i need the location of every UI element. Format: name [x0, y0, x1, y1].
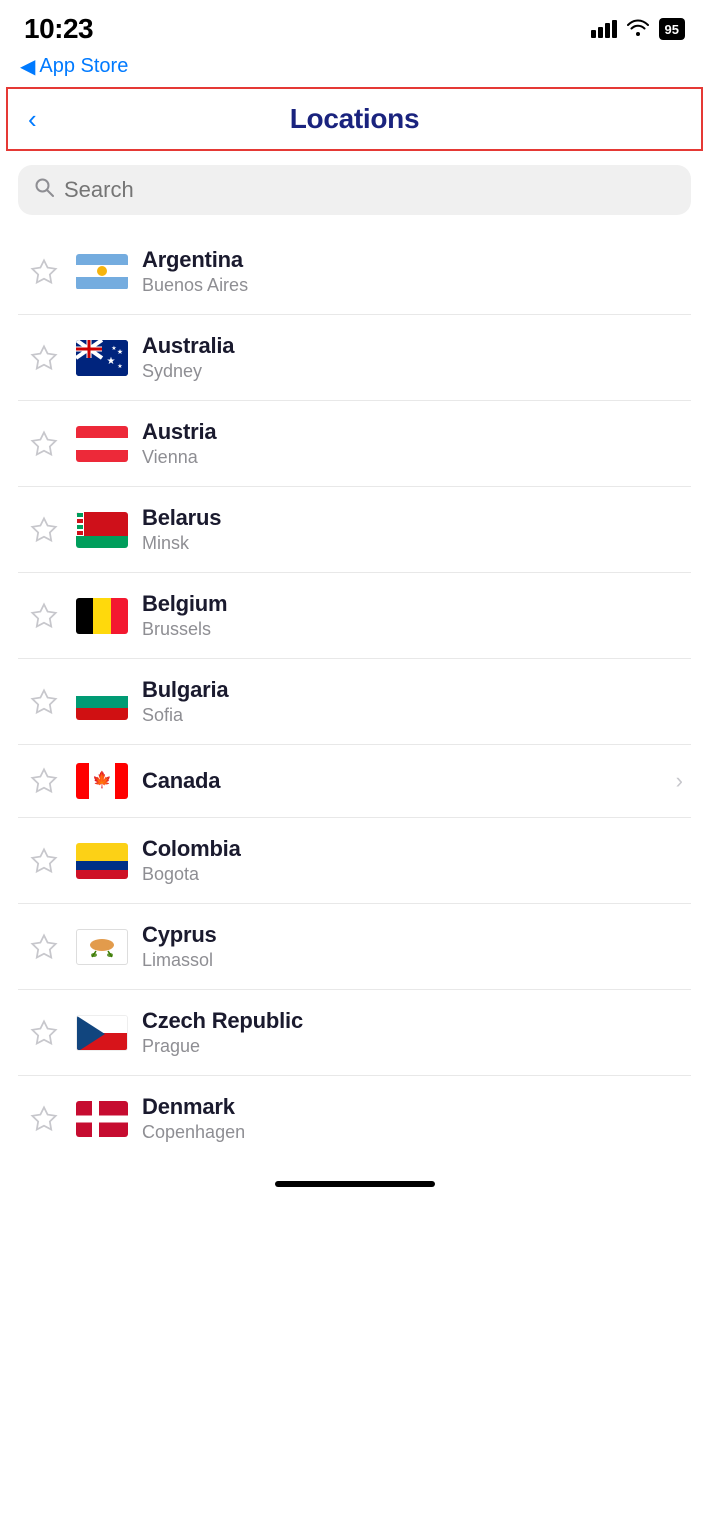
status-icons: 95 — [591, 18, 685, 41]
country-name: Australia — [142, 333, 683, 359]
city-name: Copenhagen — [142, 1122, 683, 1143]
favorite-star-icon[interactable] — [26, 426, 62, 462]
signal-bars-icon — [591, 20, 617, 38]
home-indicator — [0, 1161, 709, 1197]
country-flag — [76, 1101, 128, 1137]
favorite-star-icon[interactable] — [26, 340, 62, 376]
location-info: Colombia Bogota — [142, 836, 683, 885]
list-item[interactable]: Bulgaria Sofia — [18, 659, 691, 745]
search-input[interactable] — [64, 177, 675, 203]
country-flag — [76, 1015, 128, 1051]
country-flag — [76, 929, 128, 965]
location-info: Belgium Brussels — [142, 591, 683, 640]
country-name: Austria — [142, 419, 683, 445]
favorite-star-icon[interactable] — [26, 1015, 62, 1051]
location-info: Cyprus Limassol — [142, 922, 683, 971]
svg-text:★: ★ — [117, 363, 122, 370]
country-flag — [76, 598, 128, 634]
favorite-star-icon[interactable] — [26, 763, 62, 799]
back-button[interactable]: ‹ — [28, 106, 37, 132]
list-item[interactable]: Austria Vienna — [18, 401, 691, 487]
country-name: Cyprus — [142, 922, 683, 948]
list-item[interactable]: Czech Republic Prague — [18, 990, 691, 1076]
app-store-nav[interactable]: ◀ App Store — [0, 50, 709, 87]
city-name: Vienna — [142, 447, 683, 468]
country-name: Belgium — [142, 591, 683, 617]
page-title: Locations — [290, 103, 420, 135]
favorite-star-icon[interactable] — [26, 684, 62, 720]
favorite-star-icon[interactable] — [26, 512, 62, 548]
country-flag: 🍁 — [76, 763, 128, 799]
svg-text:★: ★ — [117, 348, 123, 356]
status-bar: 10:23 95 — [0, 0, 709, 50]
favorite-star-icon[interactable] — [26, 1101, 62, 1137]
city-name: Buenos Aires — [142, 275, 683, 296]
search-icon — [34, 177, 54, 203]
favorite-star-icon[interactable] — [26, 254, 62, 290]
city-name: Brussels — [142, 619, 683, 640]
country-flag — [76, 684, 128, 720]
location-info: Argentina Buenos Aires — [142, 247, 683, 296]
list-item[interactable]: Belgium Brussels — [18, 573, 691, 659]
favorite-star-icon[interactable] — [26, 843, 62, 879]
location-info: Belarus Minsk — [142, 505, 683, 554]
list-item[interactable]: Belarus Minsk — [18, 487, 691, 573]
country-name: Argentina — [142, 247, 683, 273]
location-info: Canada — [142, 768, 662, 794]
wifi-icon — [627, 18, 649, 41]
city-name: Limassol — [142, 950, 683, 971]
back-arrow-small-icon: ◀ — [20, 54, 35, 79]
location-info: Australia Sydney — [142, 333, 683, 382]
svg-text:★: ★ — [107, 356, 116, 367]
location-info: Bulgaria Sofia — [142, 677, 683, 726]
page-header: ‹ Locations — [6, 87, 703, 151]
city-name: Prague — [142, 1036, 683, 1057]
app-store-back-label: App Store — [39, 55, 128, 78]
chevron-right-icon: › — [676, 768, 683, 794]
favorite-star-icon[interactable] — [26, 598, 62, 634]
country-name: Canada — [142, 768, 662, 794]
svg-text:★: ★ — [111, 345, 116, 352]
favorite-star-icon[interactable] — [26, 929, 62, 965]
location-info: Czech Republic Prague — [142, 1008, 683, 1057]
city-name: Sydney — [142, 361, 683, 382]
list-item[interactable]: ★ ★ ★ ★ Australia Sydney — [18, 315, 691, 401]
list-item[interactable]: Argentina Buenos Aires — [18, 229, 691, 315]
country-flag: ★ ★ ★ ★ — [76, 340, 128, 376]
list-item[interactable]: 🍁 Canada › — [18, 745, 691, 818]
list-item[interactable]: Cyprus Limassol — [18, 904, 691, 990]
list-item[interactable]: Denmark Copenhagen — [18, 1076, 691, 1161]
country-name: Czech Republic — [142, 1008, 683, 1034]
country-flag — [76, 254, 128, 290]
city-name: Bogota — [142, 864, 683, 885]
status-time: 10:23 — [24, 13, 93, 45]
country-name: Colombia — [142, 836, 683, 862]
search-bar[interactable] — [18, 165, 691, 215]
country-flag — [76, 512, 128, 548]
location-info: Austria Vienna — [142, 419, 683, 468]
city-name: Minsk — [142, 533, 683, 554]
locations-list: Argentina Buenos Aires ★ ★ — [0, 229, 709, 1161]
home-bar — [275, 1181, 435, 1187]
battery-icon: 95 — [659, 18, 685, 40]
city-name: Sofia — [142, 705, 683, 726]
list-item[interactable]: Colombia Bogota — [18, 818, 691, 904]
country-name: Denmark — [142, 1094, 683, 1120]
location-info: Denmark Copenhagen — [142, 1094, 683, 1143]
country-name: Bulgaria — [142, 677, 683, 703]
country-flag — [76, 843, 128, 879]
country-name: Belarus — [142, 505, 683, 531]
country-flag — [76, 426, 128, 462]
search-container — [0, 151, 709, 229]
